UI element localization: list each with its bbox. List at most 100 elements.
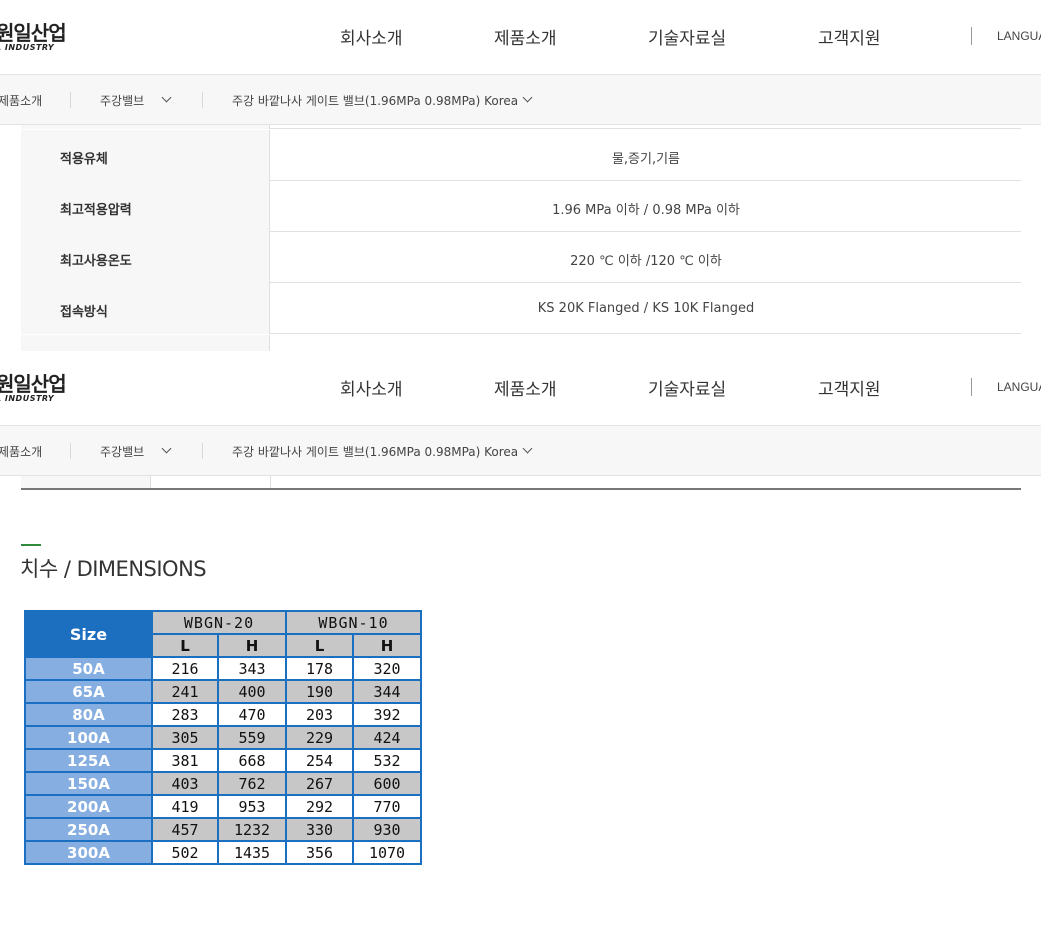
spec-label-cell: 접속방식 [21, 283, 270, 334]
nav-divider [971, 27, 972, 45]
value-cell: 532 [352, 748, 422, 773]
nav-item-customer-support[interactable]: 고객지원 [818, 24, 881, 49]
breadcrumb-item-products[interactable]: 제품소개 [0, 443, 42, 460]
spec-label: 접속방식 [60, 305, 108, 320]
size-cell: 150A [24, 771, 153, 796]
value-cell: 470 [217, 702, 287, 727]
main-nav: 회사소개 제품소개 기술자료실 고객지원 LANGUA [0, 375, 1041, 400]
value-cell: 419 [151, 794, 219, 819]
value-cell: 600 [352, 771, 422, 796]
value-cell: 254 [285, 748, 354, 773]
nav-item-products[interactable]: 제품소개 [494, 375, 557, 400]
breadcrumb-divider [70, 92, 71, 108]
spec-value: KS 20K Flanged / KS 10K Flanged [537, 301, 755, 316]
size-cell: 125A [24, 748, 153, 773]
value-cell: 502 [151, 840, 219, 865]
size-cell: 300A [24, 840, 153, 865]
chevron-down-icon[interactable] [161, 443, 172, 454]
value-cell: 267 [285, 771, 354, 796]
nav-item-company[interactable]: 회사소개 [340, 24, 403, 49]
value-cell: 457 [151, 817, 219, 842]
chevron-down-icon[interactable] [522, 92, 533, 103]
nav-divider [971, 378, 972, 396]
table-row: 125A 381 668 254 532 [24, 748, 422, 773]
spec-value: 물,증기,기름 [611, 152, 681, 167]
spec-row: 접속방식 KS 20K Flanged / KS 10K Flanged [21, 283, 1021, 334]
sub-header: H [352, 633, 422, 658]
language-selector[interactable]: LANGUA [997, 29, 1041, 43]
breadcrumb-sticky: 제품소개 주강밸브 주강 바깥나사 게이트 밸브(1.96MPa 0.98MPa… [0, 426, 1041, 476]
value-cell: 283 [151, 702, 219, 727]
breadcrumb-item-products[interactable]: 제품소개 [0, 92, 42, 109]
dimensions-table: Size WBGN-20 WBGN-10 L H L H 50A 216 343… [24, 610, 422, 865]
size-cell: 250A [24, 817, 153, 842]
chevron-down-icon[interactable] [161, 92, 172, 103]
value-cell: 953 [217, 794, 287, 819]
value-cell: 392 [352, 702, 422, 727]
value-cell: 330 [285, 817, 354, 842]
breadcrumb: 제품소개 주강밸브 주강 바깥나사 게이트 밸브(1.96MPa 0.98MPa… [0, 75, 1041, 125]
section-accent-bar [21, 544, 41, 546]
size-cell: 65A [24, 679, 153, 704]
sub-header: H [217, 633, 287, 658]
value-cell: 229 [285, 725, 354, 750]
value-cell: 762 [217, 771, 287, 796]
chevron-down-icon[interactable] [522, 443, 533, 454]
cell-divider [270, 476, 271, 488]
value-cell: 356 [285, 840, 354, 865]
spec-label: 최고사용온도 [60, 254, 132, 269]
breadcrumb-item-category[interactable]: 주강밸브 [100, 443, 144, 460]
value-cell: 203 [285, 702, 354, 727]
nav-item-products[interactable]: 제품소개 [494, 24, 557, 49]
size-cell: 50A [24, 656, 153, 681]
spec-row-partial [21, 335, 1021, 351]
nav-item-technical-data[interactable]: 기술자료실 [648, 24, 726, 49]
breadcrumb-item-category[interactable]: 주강밸브 [100, 92, 144, 109]
language-selector[interactable]: LANGUA [997, 380, 1041, 394]
spec-label-cell [21, 476, 150, 488]
value-cell: 1232 [217, 817, 287, 842]
size-cell: 100A [24, 725, 153, 750]
group-header: WBGN-20 [151, 610, 287, 635]
nav-item-technical-data[interactable]: 기술자료실 [648, 375, 726, 400]
table-row: 100A 305 559 229 424 [24, 725, 422, 750]
value-cell: 320 [352, 656, 422, 681]
table-row: 250A 457 1232 330 930 [24, 817, 422, 842]
value-cell: 424 [352, 725, 422, 750]
spec-label-cell [21, 335, 270, 351]
value-cell: 1435 [217, 840, 287, 865]
spec-label-cell: 적용유체 [21, 130, 270, 181]
table-row: 50A 216 343 178 320 [24, 656, 422, 681]
site-header: 원일산업 L INDUSTRY 회사소개 제품소개 기술자료실 고객지원 LAN… [0, 0, 1041, 75]
value-cell: 403 [151, 771, 219, 796]
group-header: WBGN-10 [285, 610, 422, 635]
nav-item-company[interactable]: 회사소개 [340, 375, 403, 400]
spec-row: 적용유체 물,증기,기름 [21, 130, 1021, 181]
spec-row: 최고사용온도 220 ℃ 이하 /120 ℃ 이하 [21, 232, 1021, 283]
breadcrumb-divider [202, 92, 203, 108]
spec-label: 최고적용압력 [60, 203, 132, 218]
breadcrumb-divider [202, 443, 203, 459]
spec-label-cell [21, 125, 270, 129]
spec-value: 1.96 MPa 이하 / 0.98 MPa 이하 [552, 203, 740, 218]
breadcrumb-item-product[interactable]: 주강 바깥나사 게이트 밸브(1.96MPa 0.98MPa) Korea [232, 92, 518, 109]
value-cell: 178 [285, 656, 354, 681]
section-title: 치수 / DIMENSIONS [20, 557, 207, 581]
value-cell: 190 [285, 679, 354, 704]
size-header: Size [24, 610, 153, 658]
size-cell: 80A [24, 702, 153, 727]
nav-item-customer-support[interactable]: 고객지원 [818, 375, 881, 400]
value-cell: 241 [151, 679, 219, 704]
breadcrumb-divider [70, 443, 71, 459]
sub-header: L [285, 633, 354, 658]
spec-label-cell: 최고사용온도 [21, 232, 270, 283]
spec-table: 적용유체 물,증기,기름 최고적용압력 1.96 MPa 이하 / 0.98 M… [21, 125, 1021, 351]
cell-divider [150, 476, 151, 488]
breadcrumb-item-product[interactable]: 주강 바깥나사 게이트 밸브(1.96MPa 0.98MPa) Korea [232, 443, 518, 460]
site-header-sticky: 원일산업 L INDUSTRY 회사소개 제품소개 기술자료실 고객지원 LAN… [0, 351, 1041, 426]
main-nav: 회사소개 제품소개 기술자료실 고객지원 LANGUA [0, 24, 1041, 49]
value-cell: 1070 [352, 840, 422, 865]
table-row: 80A 283 470 203 392 [24, 702, 422, 727]
table-row: 65A 241 400 190 344 [24, 679, 422, 704]
size-cell: 200A [24, 794, 153, 819]
